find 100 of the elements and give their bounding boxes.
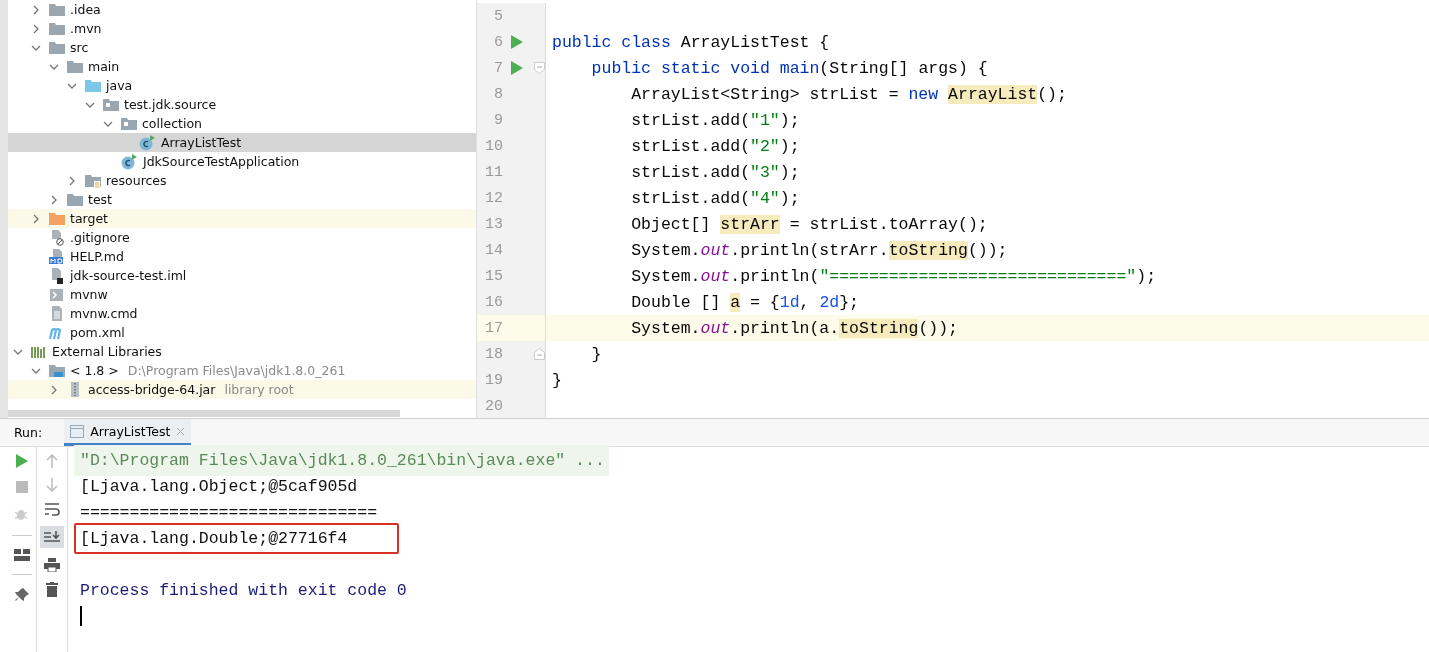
tree-item-label: access-bridge-64.jar xyxy=(87,382,216,397)
line-number: 11 xyxy=(484,163,503,181)
line-number: 8 xyxy=(493,85,503,103)
chevron-right-icon[interactable] xyxy=(49,194,59,205)
tree-item[interactable]: External Libraries xyxy=(8,342,476,361)
text-cursor xyxy=(80,606,82,626)
package-folder-icon xyxy=(103,98,119,111)
scroll-to-end-icon[interactable] xyxy=(40,526,64,548)
folder-icon xyxy=(49,22,65,35)
code-line: strList.add("4"); xyxy=(630,188,800,208)
tree-item[interactable]: access-bridge-64.jar library root xyxy=(8,380,476,399)
chevron-right-icon[interactable] xyxy=(49,384,59,395)
code-line: System.out.println("=============================="); xyxy=(630,266,1157,286)
tree-item[interactable]: main xyxy=(8,57,476,76)
tree-item-label: External Libraries xyxy=(51,344,162,359)
tree-item[interactable]: target xyxy=(8,209,476,228)
tree-item[interactable]: resources xyxy=(8,171,476,190)
run-label: Run: xyxy=(14,425,43,440)
package-folder-icon xyxy=(121,117,137,130)
line-number: 18 xyxy=(484,345,503,363)
ignored-file-icon xyxy=(49,229,65,246)
tree-item-label: resources xyxy=(105,173,167,188)
code-line: } xyxy=(552,370,562,390)
tree-item-label: collection xyxy=(141,116,202,131)
chevron-right-icon[interactable] xyxy=(67,175,77,186)
tree-item[interactable]: src xyxy=(8,38,476,57)
line-number: 10 xyxy=(484,137,503,155)
line-number: 20 xyxy=(484,397,503,415)
print-icon[interactable] xyxy=(44,558,60,572)
layout-icon[interactable] xyxy=(14,549,30,561)
tree-item-label: main xyxy=(87,59,120,74)
tree-item[interactable]: pom.xml xyxy=(8,323,476,342)
tree-item[interactable]: ArrayListTest xyxy=(8,133,476,152)
library-icon xyxy=(31,344,47,359)
tree-item-label: JdkSourceTestApplication xyxy=(141,154,300,169)
tree-item-label: mvnw xyxy=(69,287,108,302)
tree-item[interactable]: mvnw xyxy=(8,285,476,304)
code-line: ArrayList<String> strList = new ArrayList(); xyxy=(630,84,1067,104)
line-number: 17 xyxy=(484,319,503,337)
line-number: 16 xyxy=(484,293,503,311)
code-line: Double [] a = {1d, 2d}; xyxy=(630,292,859,312)
line-number: 7 xyxy=(493,59,503,77)
tree-item[interactable]: mvnw.cmd xyxy=(8,304,476,323)
tree-item[interactable]: JdkSourceTestApplication xyxy=(8,152,476,171)
line-number: 5 xyxy=(493,7,503,25)
path-hint: D:\Program Files\Java\jdk1.8.0_261 xyxy=(127,363,346,378)
tree-item-label: test xyxy=(87,192,112,207)
text-file-icon xyxy=(49,306,65,321)
tree-item-label: test.jdk.source xyxy=(123,97,217,112)
code-line: Object[] strArr = strList.toArray(); xyxy=(630,214,988,234)
tree-item[interactable]: test xyxy=(8,190,476,209)
module-file-icon xyxy=(49,267,65,284)
run-icon[interactable] xyxy=(511,61,523,75)
code-line: strList.add("3"); xyxy=(630,162,800,182)
tree-item[interactable]: collection xyxy=(8,114,476,133)
tree-item-label: src xyxy=(69,40,89,55)
rerun-icon[interactable] xyxy=(16,454,28,468)
soft-wrap-icon[interactable] xyxy=(44,502,60,516)
chevron-right-icon[interactable] xyxy=(31,23,41,34)
chevron-right-icon[interactable] xyxy=(31,213,41,224)
run-tab[interactable]: ArrayListTest xyxy=(64,419,192,446)
folder-icon xyxy=(49,41,65,54)
code-line: } xyxy=(590,344,602,364)
line-number: 12 xyxy=(484,189,503,207)
code-editor[interactable] xyxy=(477,0,1429,418)
folder-icon xyxy=(67,193,83,206)
folder-icon xyxy=(85,79,101,92)
tree-item-label: ArrayListTest xyxy=(160,135,242,150)
scrollbar[interactable] xyxy=(8,410,400,417)
tree-item[interactable]: .idea xyxy=(8,0,476,19)
run-icon[interactable] xyxy=(511,35,523,49)
console-line: [Ljava.lang.Object;@5caf905d xyxy=(79,475,359,498)
code-line: public static void main(String[] args) { xyxy=(590,58,988,78)
tree-item-label: .idea xyxy=(69,2,101,17)
path-hint: library root xyxy=(224,382,294,397)
tree-item[interactable]: java xyxy=(8,76,476,95)
line-number: 6 xyxy=(493,33,503,51)
tree-item[interactable]: .mvn xyxy=(8,19,476,38)
code-line: strList.add("1"); xyxy=(630,110,800,130)
code-line: System.out.println(a.toString()); xyxy=(630,318,958,338)
tree-item[interactable]: test.jdk.source xyxy=(8,95,476,114)
tree-item-label: .gitignore xyxy=(69,230,130,245)
tree-item[interactable]: jdk-source-test.iml xyxy=(8,266,476,285)
trash-icon[interactable] xyxy=(46,582,58,597)
tree-item-label: .mvn xyxy=(69,21,102,36)
tree-item-label: jdk-source-test.iml xyxy=(68,268,187,283)
tree-item[interactable]: .gitignore xyxy=(8,228,476,247)
pin-icon[interactable] xyxy=(15,588,29,602)
tree-item[interactable]: HELP.md xyxy=(8,247,476,266)
chevron-right-icon[interactable] xyxy=(31,4,41,15)
code-line: public class ArrayListTest { xyxy=(552,32,830,52)
resources-folder-icon xyxy=(85,173,101,188)
folder-icon xyxy=(49,212,65,225)
sdk-folder-icon xyxy=(49,363,65,378)
line-number: 14 xyxy=(484,241,503,259)
tree-item-label: HELP.md xyxy=(69,249,124,264)
tree-item[interactable]: < 1.8 > D:\Program Files\Java\jdk1.8.0_261 xyxy=(8,361,476,380)
markdown-file-icon xyxy=(49,249,65,264)
console-line: ============================== xyxy=(79,501,379,524)
code-line: strList.add("2"); xyxy=(630,136,800,156)
